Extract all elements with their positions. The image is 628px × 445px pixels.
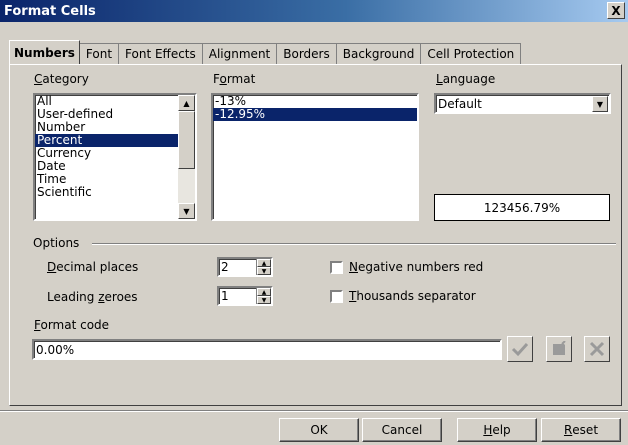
leading-zeroes-stepper[interactable]: 1 ▲ ▼ xyxy=(217,286,273,306)
list-item-selected[interactable]: -12.95% xyxy=(213,108,417,121)
help-button[interactable]: Help xyxy=(457,418,537,442)
leading-zeroes-label: Leading zeroes xyxy=(47,290,138,304)
cancel-button[interactable]: Cancel xyxy=(362,418,442,442)
scroll-down-icon[interactable]: ▼ xyxy=(178,203,195,219)
spin-up-icon[interactable]: ▲ xyxy=(257,259,271,267)
spin-buttons[interactable]: ▲ ▼ xyxy=(256,259,271,275)
tab-borders[interactable]: Borders xyxy=(276,43,337,64)
category-scrollbar[interactable]: ▲ ▼ xyxy=(178,95,195,219)
tab-numbers[interactable]: Numbers xyxy=(9,40,80,64)
language-value: Default xyxy=(438,96,482,111)
ok-button[interactable]: OK xyxy=(279,418,359,442)
reset-button[interactable]: Reset xyxy=(541,418,621,442)
thousands-separator-checkbox[interactable] xyxy=(330,290,343,303)
negative-red-checkbox[interactable] xyxy=(330,261,343,274)
spin-down-icon[interactable]: ▼ xyxy=(257,296,271,304)
title-bar: Format Cells X xyxy=(0,0,628,22)
negative-red-label[interactable]: Negative numbers red xyxy=(349,260,483,274)
tab-font-effects[interactable]: Font Effects xyxy=(118,43,203,64)
tab-font[interactable]: Font xyxy=(78,43,120,64)
scroll-thumb[interactable] xyxy=(178,111,195,169)
format-code-value: 0.00% xyxy=(36,342,75,357)
thousands-separator-label[interactable]: Thousands separator xyxy=(349,289,476,303)
format-list[interactable]: -13% -12.95% xyxy=(211,93,419,221)
language-dropdown[interactable]: Default ▼ xyxy=(434,93,611,114)
checkmark-icon[interactable] xyxy=(507,336,533,362)
delete-x-icon[interactable] xyxy=(584,336,610,362)
preview-text: 123456.79% xyxy=(483,200,561,215)
format-code-input[interactable]: 0.00% xyxy=(32,339,502,360)
leading-zeroes-value: 1 xyxy=(221,289,229,303)
tab-alignment[interactable]: Alignment xyxy=(201,43,278,64)
language-label: Language xyxy=(436,72,496,86)
format-label: Format xyxy=(213,72,256,86)
category-list[interactable]: All User-defined Number Percent Currency… xyxy=(33,93,197,221)
spin-buttons[interactable]: ▲ ▼ xyxy=(256,288,271,304)
list-item[interactable]: Scientific xyxy=(35,186,195,199)
tab-bar: Numbers Font Font Effects Alignment Bord… xyxy=(9,40,522,64)
decimal-places-value: 2 xyxy=(221,260,229,274)
decimal-places-stepper[interactable]: 2 ▲ ▼ xyxy=(217,257,273,277)
preview-box: 123456.79% xyxy=(434,194,610,221)
comment-icon[interactable] xyxy=(546,336,572,362)
options-label: Options xyxy=(33,236,80,250)
chevron-down-icon[interactable]: ▼ xyxy=(592,96,608,112)
window-title: Format Cells xyxy=(4,3,96,19)
scroll-up-icon[interactable]: ▲ xyxy=(178,95,195,111)
spin-up-icon[interactable]: ▲ xyxy=(257,288,271,296)
button-separator xyxy=(0,410,628,412)
tab-background[interactable]: Background xyxy=(335,43,422,64)
spin-down-icon[interactable]: ▼ xyxy=(257,267,271,275)
options-separator xyxy=(92,243,616,245)
format-code-label: Format code xyxy=(34,318,110,332)
tab-cell-protection[interactable]: Cell Protection xyxy=(420,43,522,64)
category-label: Category xyxy=(34,72,89,86)
close-icon[interactable]: X xyxy=(607,2,625,19)
decimal-places-label: Decimal places xyxy=(47,260,139,274)
